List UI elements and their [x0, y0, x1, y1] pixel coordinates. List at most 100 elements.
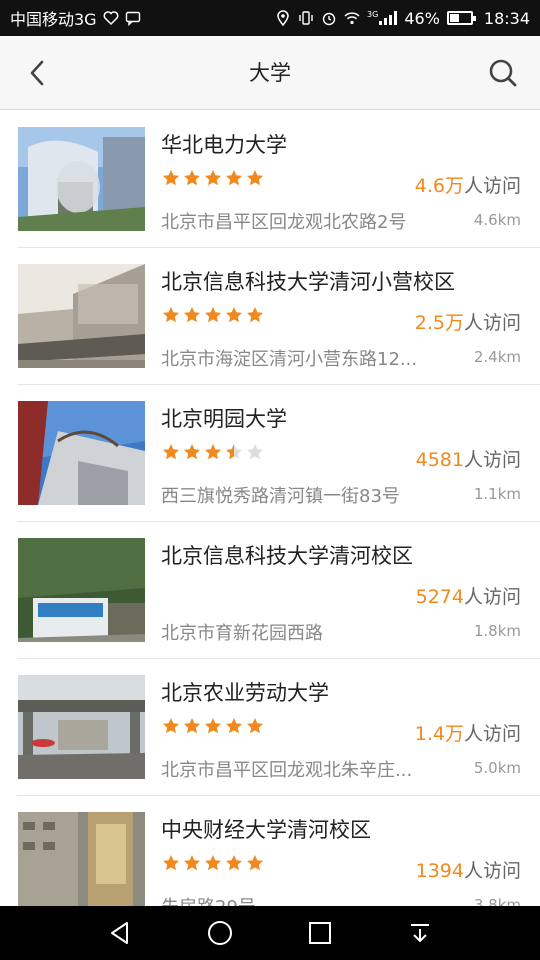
nav-recents-square-icon	[309, 922, 331, 944]
rating-stars	[162, 717, 264, 735]
visit-suffix: 人访问	[463, 175, 521, 197]
nav-home-circle-icon	[208, 921, 232, 945]
star-full-icon	[205, 444, 221, 460]
nav-pulldown-button[interactable]	[400, 913, 440, 953]
thumbnail-image	[18, 538, 145, 642]
list-item[interactable]: 中央财经大学清河校区 1394人访问 朱房路29号 3.8km	[17, 796, 540, 906]
heart-pulse-icon	[103, 11, 119, 26]
item-address: 北京市昌平区回龙观北农路2号	[161, 212, 407, 233]
star-full-icon	[226, 170, 242, 186]
star-full-icon	[163, 307, 179, 323]
status-bar: 中国移动3G 3G 46% 18:34	[0, 0, 540, 36]
visit-suffix: 人访问	[463, 860, 521, 882]
signal-strength-icon	[379, 11, 398, 25]
location-pin-icon	[277, 10, 289, 26]
system-nav-bar	[0, 906, 540, 960]
star-full-icon	[163, 444, 179, 460]
star-half-icon	[226, 444, 242, 460]
vibrate-icon	[299, 11, 313, 25]
clock: 18:34	[483, 8, 530, 28]
battery-level-fill	[449, 14, 460, 22]
star-full-icon	[226, 307, 242, 323]
star-full-icon	[163, 170, 179, 186]
list-item[interactable]: 北京明园大学 4581人访问 西三旗悦秀路清河镇一街83号 1.1km	[17, 385, 540, 522]
battery-percent: 46%	[404, 8, 440, 28]
star-full-icon	[184, 718, 200, 734]
thumbnail-image	[18, 401, 145, 505]
rating-stars	[162, 306, 264, 324]
thumbnail-image	[18, 127, 145, 231]
visit-number: 2.5万	[414, 312, 464, 334]
visit-number: 1394	[415, 860, 464, 882]
item-address: 北京市育新花园西路	[161, 623, 323, 644]
visit-number: 1.4万	[414, 723, 464, 745]
item-address: 北京市昌平区回龙观北朱辛庄...	[161, 760, 413, 781]
item-address: 朱房路29号	[161, 893, 256, 906]
nav-home-button[interactable]	[200, 913, 240, 953]
item-name: 华北电力大学	[161, 133, 287, 157]
nav-recents-button[interactable]	[300, 913, 340, 953]
nav-back-triangle-icon	[111, 922, 128, 944]
star-full-icon	[247, 855, 263, 871]
visit-suffix: 人访问	[463, 312, 521, 334]
star-full-icon	[226, 718, 242, 734]
item-address: 北京市海淀区清河小营东路12...	[161, 349, 418, 370]
star-full-icon	[163, 718, 179, 734]
list-item[interactable]: 北京信息科技大学清河小营校区 2.5万人访问 北京市海淀区清河小营东路12...…	[17, 248, 540, 385]
thumbnail-image	[18, 812, 145, 906]
battery-icon	[446, 11, 476, 25]
carrier-label: 中国移动3G	[10, 10, 97, 29]
star-full-icon	[184, 170, 200, 186]
star-full-icon	[247, 170, 263, 186]
university-list[interactable]: 华北电力大学 4.6万人访问 北京市昌平区回龙观北农路2号 4.6km 北京信息…	[0, 111, 540, 906]
star-full-icon	[184, 855, 200, 871]
rating-stars	[162, 443, 264, 461]
item-distance: 1.8km	[473, 622, 521, 640]
star-full-icon	[205, 855, 221, 871]
nav-back-button[interactable]	[100, 913, 140, 953]
back-arrow-icon	[30, 60, 44, 86]
visit-count: 2.5万人访问	[415, 308, 521, 335]
thumbnail-image	[18, 675, 145, 779]
item-name: 北京信息科技大学清河小营校区	[161, 270, 455, 294]
visit-number: 5274	[415, 586, 464, 608]
app-header: 大学	[0, 36, 540, 110]
wifi-icon	[344, 12, 360, 25]
star-full-icon	[184, 444, 200, 460]
item-distance: 4.6km	[473, 211, 521, 229]
chat-icon	[125, 11, 140, 26]
star-full-icon	[247, 307, 263, 323]
thumbnail-image	[18, 264, 145, 368]
nav-pulldown-icon	[411, 924, 429, 943]
visit-count: 1394人访问	[416, 856, 521, 883]
star-full-icon	[205, 170, 221, 186]
item-name: 北京信息科技大学清河校区	[161, 544, 413, 568]
page-title: 大学	[249, 61, 291, 85]
star-empty-icon	[247, 444, 263, 460]
list-item[interactable]: 北京信息科技大学清河校区 5274人访问 北京市育新花园西路 1.8km	[17, 522, 540, 659]
star-full-icon	[205, 307, 221, 323]
list-item[interactable]: 北京农业劳动大学 1.4万人访问 北京市昌平区回龙观北朱辛庄... 5.0km	[17, 659, 540, 796]
search-button[interactable]	[486, 56, 520, 90]
visit-count: 1.4万人访问	[415, 719, 521, 746]
visit-suffix: 人访问	[463, 586, 521, 608]
item-name: 中央财经大学清河校区	[161, 818, 371, 842]
item-distance: 1.1km	[473, 485, 521, 503]
list-item[interactable]: 华北电力大学 4.6万人访问 北京市昌平区回龙观北农路2号 4.6km	[17, 111, 540, 248]
visit-count: 4.6万人访问	[415, 171, 521, 198]
rating-stars	[162, 854, 264, 872]
rating-stars	[162, 169, 264, 187]
back-button[interactable]	[20, 56, 54, 90]
visit-suffix: 人访问	[463, 723, 521, 745]
item-name: 北京明园大学	[161, 407, 287, 431]
item-distance: 2.4km	[473, 348, 521, 366]
visit-number: 4.6万	[414, 175, 464, 197]
search-icon	[489, 59, 517, 87]
star-full-icon	[247, 718, 263, 734]
visit-number: 4581	[415, 449, 464, 471]
item-name: 北京农业劳动大学	[161, 681, 329, 705]
star-full-icon	[184, 307, 200, 323]
star-full-icon	[205, 718, 221, 734]
item-distance: 3.8km	[473, 896, 521, 906]
visit-count: 4581人访问	[416, 445, 521, 472]
